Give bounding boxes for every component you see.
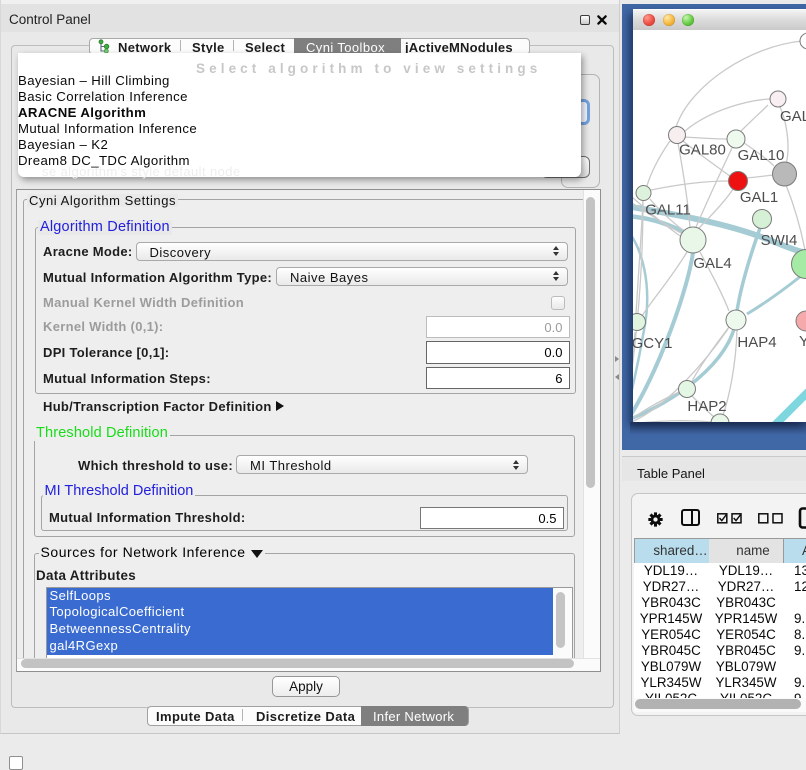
svg-text:GAL1: GAL1	[740, 189, 778, 206]
svg-text:GAL11: GAL11	[645, 202, 691, 219]
svg-text:GAL80: GAL80	[679, 142, 726, 159]
svg-text:HAP2: HAP2	[687, 398, 726, 415]
svg-text:GAL10: GAL10	[738, 147, 785, 164]
svg-text:HAP4: HAP4	[737, 334, 776, 351]
svg-text:GCY1: GCY1	[633, 335, 672, 352]
svg-text:SWI4: SWI4	[761, 232, 798, 249]
svg-text:GAL: GAL	[780, 108, 806, 125]
svg-text:Y: Y	[799, 333, 806, 350]
svg-text:GAL4: GAL4	[693, 255, 731, 272]
